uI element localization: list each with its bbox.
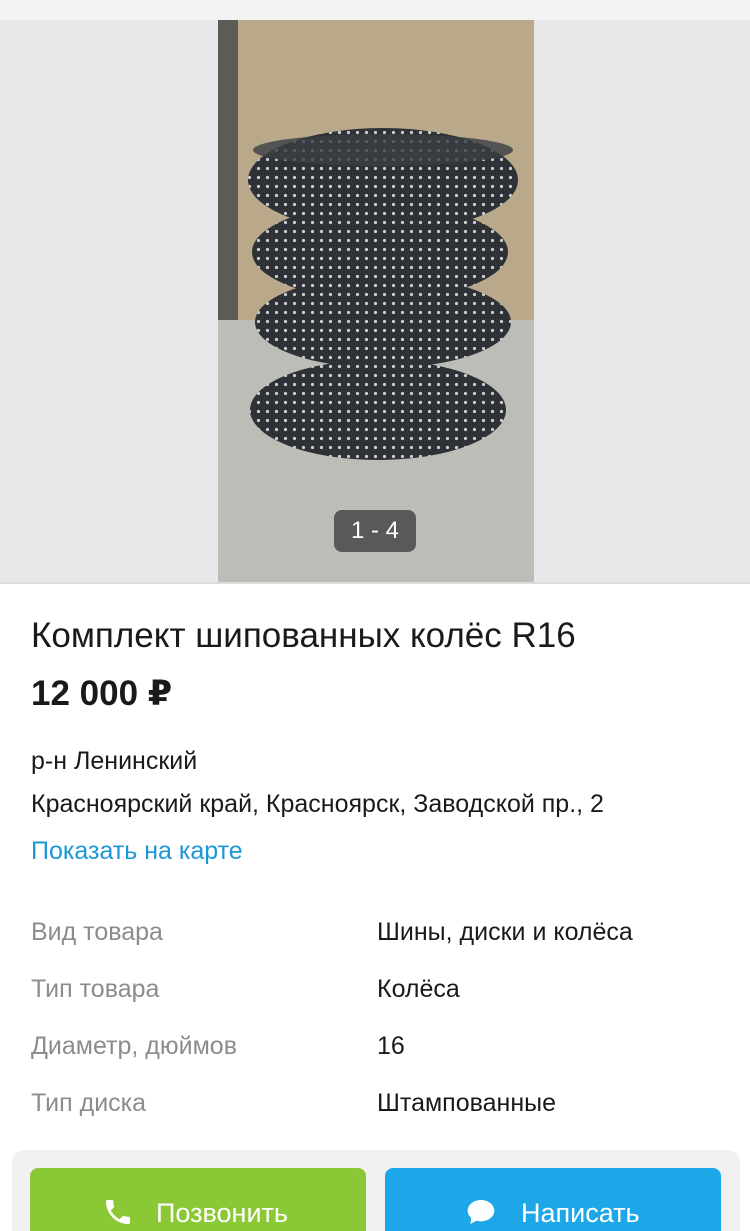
listing-price: 12 000 ₽ (31, 674, 173, 713)
action-bar: Позвонить Написать (12, 1150, 740, 1231)
listing-district: р-н Ленинский (31, 747, 198, 775)
chat-bubble-icon (465, 1196, 497, 1231)
write-button-label: Написать (521, 1198, 640, 1228)
param-row: Тип диска Штампованные (31, 1089, 721, 1146)
photo-counter: 1 - 4 (334, 510, 416, 552)
param-key: Вид товара (31, 918, 163, 946)
listing-title: Комплект шипованных колёс R16 (31, 616, 576, 655)
gallery-top-strip (0, 0, 750, 20)
show-on-map-link[interactable]: Показать на карте (31, 837, 243, 866)
listing-address: Красноярский край, Красноярск, Заводской… (31, 790, 604, 818)
phone-icon (102, 1196, 134, 1231)
listing-photo[interactable] (218, 20, 534, 582)
param-value: Штампованные (377, 1089, 557, 1117)
param-value: 16 (377, 1032, 405, 1060)
photo-gallery[interactable]: 1 - 4 (0, 0, 750, 582)
call-button-label: Позвонить (156, 1198, 288, 1228)
gallery-divider (0, 582, 750, 584)
param-value: Шины, диски и колёса (377, 918, 633, 946)
params-list: Вид товара Шины, диски и колёса Тип това… (31, 918, 721, 1146)
param-row: Вид товара Шины, диски и колёса (31, 918, 721, 975)
call-button[interactable]: Позвонить (30, 1168, 366, 1231)
param-value: Колёса (377, 975, 460, 1003)
write-button[interactable]: Написать (385, 1168, 721, 1231)
param-row: Тип товара Колёса (31, 975, 721, 1032)
listing-page: 1 - 4 Комплект шипованных колёс R16 12 0… (0, 0, 750, 1231)
param-key: Тип диска (31, 1089, 147, 1117)
param-key: Диаметр, дюймов (31, 1032, 237, 1060)
param-key: Тип товара (31, 975, 160, 1003)
param-row: Диаметр, дюймов 16 (31, 1032, 721, 1089)
